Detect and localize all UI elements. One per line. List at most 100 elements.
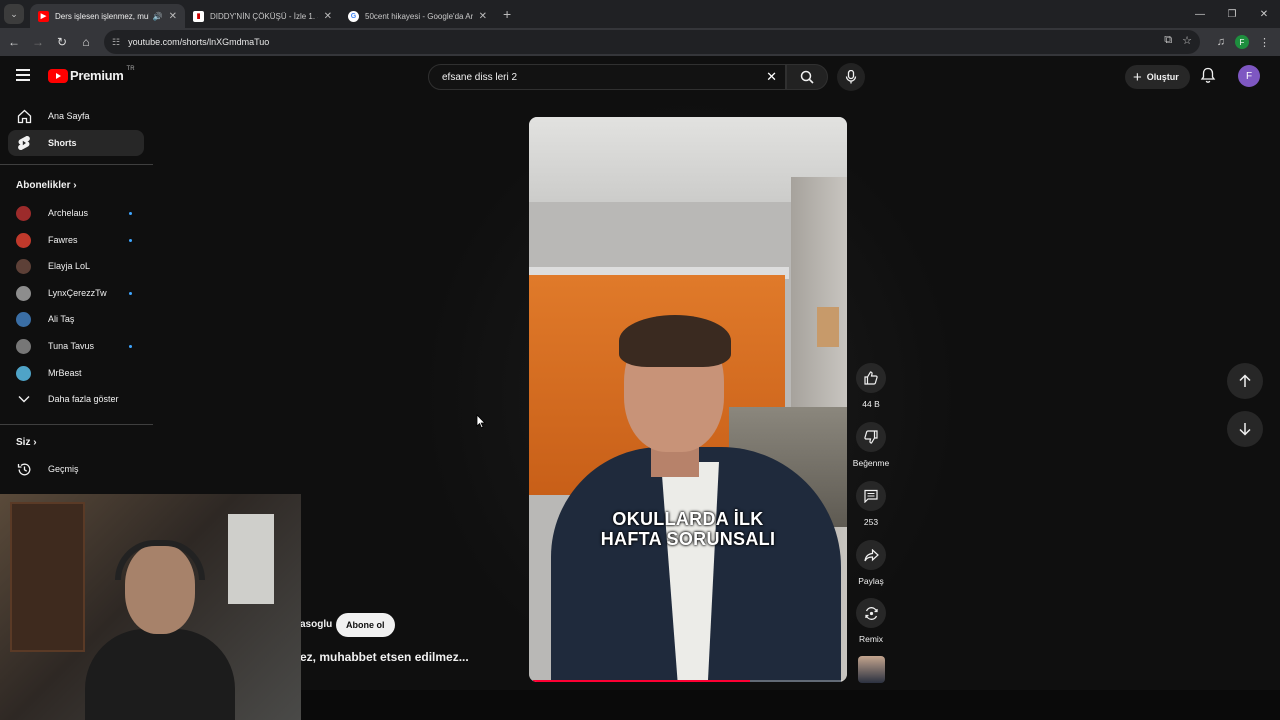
hamburger-menu-icon[interactable]: [16, 69, 30, 84]
video-frame-person-hair: [619, 315, 731, 367]
install-app-icon[interactable]: ⧉: [1164, 34, 1172, 47]
channel-name: Elayja LoL: [48, 261, 91, 271]
bookmark-favicon-icon: ▮: [193, 10, 204, 22]
account-avatar[interactable]: F: [1238, 65, 1260, 87]
channel-avatar: [16, 258, 31, 274]
search-button[interactable]: [786, 64, 828, 90]
sidebar-item-home[interactable]: Ana Sayfa: [8, 103, 144, 129]
youtube-premium-logo[interactable]: Premium TR: [48, 66, 135, 83]
remix-button[interactable]: Remix: [848, 598, 894, 644]
reload-icon[interactable]: ↻: [50, 35, 74, 49]
sidebar-item-shorts[interactable]: Shorts: [8, 130, 144, 156]
back-icon[interactable]: ←: [2, 35, 26, 49]
thumbs-down-icon: [864, 430, 878, 444]
channel-name: LynxÇerezzTw: [48, 288, 107, 298]
search-input[interactable]: efsane diss leri 2 ✕: [428, 64, 786, 90]
comments-button[interactable]: 253: [848, 481, 894, 527]
youtube-favicon-icon: ▶: [38, 10, 49, 22]
close-tab-icon[interactable]: ✕: [324, 11, 332, 22]
like-count: 44 B: [862, 399, 880, 409]
window-controls: — ❐ ✕: [1184, 0, 1280, 28]
chevron-right-icon: ›: [33, 437, 37, 448]
tab-title: DIDDY'NİN ÇÖKÜŞÜ - İzle 1. Se: [210, 11, 318, 21]
comment-icon: [864, 489, 878, 503]
clear-search-icon[interactable]: ✕: [766, 69, 777, 85]
subscriptions-header[interactable]: Abonelikler ›: [16, 180, 77, 191]
close-tab-icon[interactable]: ✕: [479, 11, 487, 22]
site-info-icon[interactable]: ☷: [112, 37, 120, 48]
previous-short-button[interactable]: [1227, 363, 1263, 399]
browser-toolbar: ← → ↻ ⌂ ☷ youtube.com/shorts/lnXGmdmaTuo…: [0, 28, 1280, 56]
history-icon: [16, 461, 32, 477]
sidebar-item-channel[interactable]: Archelaus: [8, 200, 144, 226]
tab-title: 50cent hikayesi - Google'da Ara: [365, 11, 473, 21]
sidebar-item-channel[interactable]: MrBeast: [8, 360, 144, 386]
tab-title: Ders işlesen işlenmez, muhabbet: [55, 11, 149, 21]
restore-icon[interactable]: ❐: [1216, 9, 1248, 20]
webcam-bookshelf: [10, 502, 85, 652]
video-progress-bar[interactable]: [533, 680, 843, 682]
sidebar-item-history[interactable]: Geçmiş: [8, 456, 144, 482]
webcam-streamer-body: [85, 629, 235, 720]
forward-icon[interactable]: →: [26, 35, 50, 49]
channel-avatar: [16, 205, 31, 221]
new-tab-icon[interactable]: +: [503, 6, 511, 22]
voice-search-button[interactable]: [837, 63, 865, 91]
subscribe-button[interactable]: Abone ol: [336, 613, 395, 637]
caption-line-1: OKULLARDA İLK: [612, 509, 764, 529]
profile-icon[interactable]: F: [1235, 35, 1249, 49]
channel-avatar: [16, 365, 31, 381]
search-icon: [800, 70, 814, 84]
short-channel-name[interactable]: asoglu: [300, 619, 332, 630]
chevron-down-icon: [16, 391, 32, 407]
browser-tab-2[interactable]: ▮ DIDDY'NİN ÇÖKÜŞÜ - İzle 1. Se ✕: [185, 4, 340, 28]
sidebar-item-channel[interactable]: Ali Taş: [8, 306, 144, 332]
youtube-header: Premium TR efsane diss leri 2 ✕ + Oluştu…: [0, 56, 1280, 96]
close-tab-icon[interactable]: ✕: [169, 11, 177, 22]
next-short-button[interactable]: [1227, 411, 1263, 447]
channel-name: Tuna Tavus: [48, 341, 95, 351]
sidebar-item-channel[interactable]: LynxÇerezzTw: [8, 280, 144, 306]
notifications-bell-icon[interactable]: [1200, 67, 1216, 89]
minimize-icon[interactable]: —: [1184, 9, 1216, 20]
home-icon: [16, 108, 32, 124]
sidebar-item-channel[interactable]: Tuna Tavus: [8, 333, 144, 359]
share-button[interactable]: Paylaş: [848, 540, 894, 586]
menu-kebab-icon[interactable]: ⋮: [1259, 36, 1270, 49]
new-content-dot: [129, 238, 132, 242]
google-favicon-icon: G: [348, 10, 359, 22]
channel-name: MrBeast: [48, 368, 82, 378]
short-video-player[interactable]: OKULLARDA İLK HAFTA SORUNSALI: [529, 117, 847, 682]
url-text: youtube.com/shorts/lnXGmdmaTuo: [128, 37, 270, 47]
close-window-icon[interactable]: ✕: [1248, 9, 1280, 20]
tab-search-menu-button[interactable]: ⌄: [4, 4, 24, 24]
sidebar-item-channel[interactable]: Fawres: [8, 227, 144, 253]
sidebar: Ana Sayfa Shorts Abonelikler › Archelaus…: [0, 96, 153, 496]
browser-tab-3[interactable]: G 50cent hikayesi - Google'da Ara ✕: [340, 4, 495, 28]
sidebar-item-channel[interactable]: Elayja LoL: [8, 253, 144, 279]
video-progress-fill: [533, 680, 750, 682]
bookmark-star-icon[interactable]: ☆: [1182, 34, 1192, 47]
channel-avatar: [16, 311, 31, 327]
browser-tabbar: ⌄ ▶ Ders işlesen işlenmez, muhabbet 🔊 ✕ …: [0, 0, 1280, 28]
history-label: Geçmiş: [48, 464, 79, 474]
video-frame-person-jacket: [551, 447, 841, 682]
arrow-up-icon: [1239, 374, 1251, 387]
sidebar-item-label: Ana Sayfa: [48, 111, 90, 121]
you-header[interactable]: Siz ›: [16, 437, 37, 448]
like-button[interactable]: 44 B: [848, 363, 894, 409]
channel-thumbnail[interactable]: [858, 656, 885, 683]
channel-name: Fawres: [48, 235, 78, 245]
create-button[interactable]: + Oluştur: [1125, 65, 1190, 89]
media-controls-icon[interactable]: ♫: [1217, 36, 1225, 48]
new-content-dot: [129, 211, 132, 215]
address-bar[interactable]: ☷ youtube.com/shorts/lnXGmdmaTuo ⧉ ☆: [104, 30, 1200, 54]
sidebar-show-more[interactable]: Daha fazla göster: [8, 386, 144, 412]
webcam-overlay: [0, 494, 301, 720]
browser-tab-1[interactable]: ▶ Ders işlesen işlenmez, muhabbet 🔊 ✕: [30, 4, 185, 28]
webcam-streamer: [85, 540, 235, 720]
speaker-icon[interactable]: 🔊: [153, 12, 163, 21]
home-icon[interactable]: ⌂: [74, 35, 98, 49]
dislike-button[interactable]: Beğenme: [848, 422, 894, 468]
channel-avatar: [16, 338, 31, 354]
